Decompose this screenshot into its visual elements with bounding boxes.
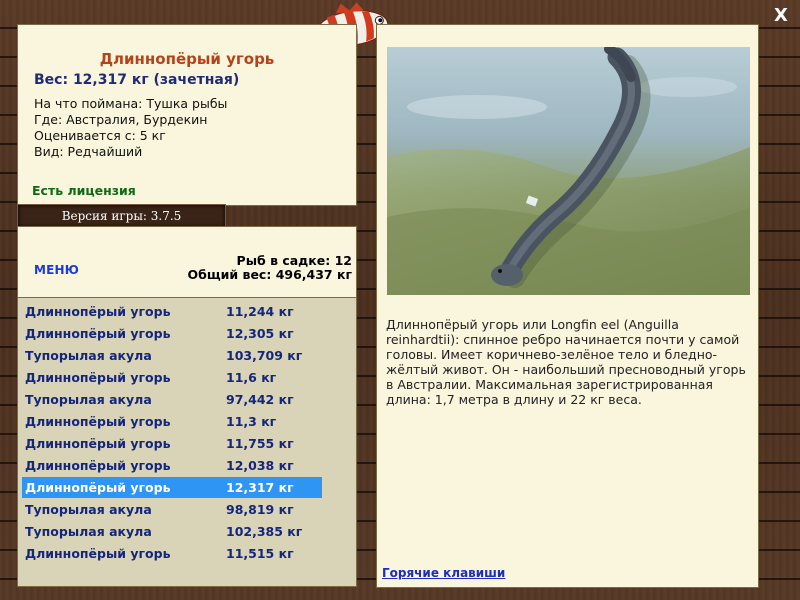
catch-row[interactable]: Длиннопёрый угорь 11,244 кг [22, 301, 322, 322]
catch-fish-weight: 97,442 кг [226, 392, 294, 407]
catch-fish-name: Длиннопёрый угорь [25, 414, 171, 429]
catch-fish-weight: 102,385 кг [226, 524, 303, 539]
catch-fish-name: Длиннопёрый угорь [25, 370, 171, 385]
catch-fish-name: Длиннопёрый угорь [25, 304, 171, 319]
catch-row[interactable]: Длиннопёрый угорь 11,3 кг [22, 411, 322, 432]
catch-fish-weight: 11,755 кг [226, 436, 294, 451]
catch-fish-weight: 98,819 кг [226, 502, 294, 517]
catch-fish-name: Длиннопёрый угорь [25, 480, 171, 495]
catch-info-panel: Длиннопёрый угорь Вес: 12,317 кг (зачетн… [17, 24, 357, 206]
catches-list: Длиннопёрый угорь 11,244 кг Длиннопёрый уг… [17, 297, 357, 587]
bait-line: На что поймана: Тушка рыбы [34, 96, 228, 111]
catch-row[interactable]: Тупорылая акула 102,385 кг [22, 521, 322, 542]
keepnet-summary-panel: МЕНЮ Рыб в садке: 12 Общий вес: 496,437 … [17, 226, 357, 298]
catch-row[interactable]: Длиннопёрый угорь 12,038 кг [22, 455, 322, 476]
catch-fish-weight: 12,038 кг [226, 458, 294, 473]
catch-fish-weight: 103,709 кг [226, 348, 303, 363]
catch-fish-weight: 11,3 кг [226, 414, 277, 429]
fish-title: Длиннопёрый угорь [99, 50, 275, 68]
rarity-line: Вид: Редчайший [34, 144, 143, 159]
catch-row[interactable]: Длиннопёрый угорь 11,515 кг [22, 543, 322, 564]
total-weight: Общий вес: 496,437 кг [187, 267, 353, 282]
catch-fish-weight: 11,515 кг [226, 546, 294, 561]
catch-fish-weight: 11,244 кг [226, 304, 294, 319]
close-button[interactable]: X [772, 6, 790, 26]
catch-fish-name: Длиннопёрый угорь [25, 436, 171, 451]
game-version: Версия игры: 3.7.5 [17, 204, 226, 228]
catch-fish-weight: 12,305 кг [226, 326, 294, 341]
value-line: Оценивается с: 5 кг [34, 128, 166, 143]
catch-fish-name: Тупорылая акула [25, 502, 152, 517]
catch-fish-name: Длиннопёрый угорь [25, 546, 171, 561]
catch-fish-name: Длиннопёрый угорь [25, 458, 171, 473]
catch-fish-weight: 11,6 кг [226, 370, 277, 385]
catch-row[interactable]: Длиннопёрый угорь 11,755 кг [22, 433, 322, 454]
catch-row[interactable]: Длиннопёрый угорь 12,305 кг [22, 323, 322, 344]
fish-weight: Вес: 12,317 кг (зачетная) [34, 72, 240, 88]
menu-button[interactable]: МЕНЮ [34, 263, 79, 277]
catch-fish-name: Тупорылая акула [25, 392, 152, 407]
fish-description-panel: Длиннопёрый угорь или Longfin eel (Angui… [376, 24, 759, 588]
catch-row[interactable]: Длиннопёрый угорь 11,6 кг [22, 367, 322, 388]
fish-count: Рыб в садке: 12 [236, 253, 352, 268]
hotkeys-link[interactable]: Горячие клавиши [382, 566, 505, 580]
fish-description: Длиннопёрый угорь или Longfin eel (Angui… [386, 317, 746, 407]
catch-row[interactable]: Тупорылая акула 97,442 кг [22, 389, 322, 410]
catch-row[interactable]: Тупорылая акула 103,709 кг [22, 345, 322, 366]
catch-row[interactable]: Тупорылая акула 98,819 кг [22, 499, 322, 520]
catch-row[interactable]: Длиннопёрый угорь 12,317 кг [22, 477, 322, 498]
catch-fish-weight: 12,317 кг [226, 480, 294, 495]
license-status: Есть лицензия [32, 183, 136, 198]
location-line: Где: Австралия, Бурдекин [34, 112, 208, 127]
catch-fish-name: Тупорылая акула [25, 524, 152, 539]
catch-fish-name: Длиннопёрый угорь [25, 326, 171, 341]
catch-fish-name: Тупорылая акула [25, 348, 152, 363]
eel-photo [387, 47, 750, 295]
